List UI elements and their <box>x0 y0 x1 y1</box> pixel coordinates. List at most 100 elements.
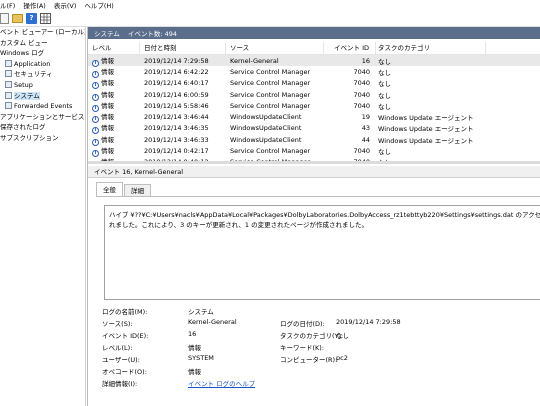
source-cell: Kernel-General <box>230 56 279 65</box>
date-cell: 2019/12/14 7:29:58 <box>144 56 209 65</box>
tree-item-label: サブスクリプション <box>0 133 59 142</box>
tree-item-label: 保存されたログ <box>0 123 46 132</box>
event-row[interactable]: i 情報 2019/12/14 7:29:58 Kernel-General 16 なし <box>88 55 540 67</box>
column-header-event-id[interactable]: イベント ID <box>324 42 376 55</box>
event-row[interactable]: i 情報 2019/12/14 3:46:33 WindowsUpdateClient… <box>88 134 540 146</box>
event-id-cell: 7040 <box>353 147 370 156</box>
level-cell: i情報 <box>88 55 140 67</box>
tree-item-setup[interactable]: Setup <box>0 80 85 91</box>
task-category-cell: Windows Update エージェント <box>378 136 474 145</box>
event-log-help-link[interactable]: イベント ログのヘルプ <box>188 378 255 388</box>
log-icon <box>5 102 12 110</box>
menu-file[interactable]: ル(F) <box>0 0 19 10</box>
event-count: イベント数: 494 <box>127 30 177 38</box>
task-category-cell: なし <box>378 68 391 77</box>
column-header-source[interactable]: ソース <box>226 42 324 55</box>
task-category-cell: Windows Update エージェント <box>378 125 474 134</box>
column-header-task-category[interactable]: タスクのカテゴリ <box>376 42 486 55</box>
column-header-level[interactable]: レベル <box>88 42 140 55</box>
level-value: 情報 <box>188 344 201 352</box>
tree-item-security[interactable]: セキュリティ <box>0 69 85 80</box>
tree-item-label: セキュリティ <box>14 70 53 79</box>
task-category-cell: なし <box>378 148 391 157</box>
more-info-label: 詳細情報(I): <box>102 380 138 388</box>
level-text: 情報 <box>101 56 114 65</box>
tree-item-windows-logs[interactable]: Windows ログ <box>0 48 85 59</box>
tree-item-application[interactable]: Application <box>0 59 85 70</box>
event-row[interactable]: i 情報 2019/12/14 3:46:44 WindowsUpdateClient… <box>88 111 540 124</box>
level-cell: i情報 <box>88 77 140 90</box>
log-name-label: ログの名前(M): <box>102 308 148 316</box>
event-row[interactable]: i 情報 2019/12/14 6:00:59 Service Control Man… <box>88 89 540 101</box>
source-cell: WindowsUpdateClient <box>230 124 302 133</box>
keywords-label: キーワード(K): <box>280 344 325 352</box>
event-id-cell: 7040 <box>353 101 370 110</box>
detail-tabs: 全般 詳細 <box>96 182 152 196</box>
task-category-cell: なし <box>378 102 391 111</box>
tree-item-event-viewer-root[interactable]: ベント ビューアー (ローカル) <box>0 27 85 38</box>
folder-icon[interactable] <box>12 13 23 23</box>
tree-item-system[interactable]: システム <box>0 91 85 102</box>
event-row[interactable]: i 情報 2019/12/14 3:46:35 WindowsUpdateClient… <box>88 123 540 135</box>
source-cell: Service Control Manager <box>230 101 311 110</box>
logged-label: ログの日付(D): <box>280 320 325 328</box>
description-line: ハイブ ¥??¥C:¥Users¥nacls¥AppData¥Local¥Pac… <box>109 211 540 219</box>
tree-item-saved-logs[interactable]: 保存されたログ <box>0 122 85 133</box>
log-icon <box>5 91 12 99</box>
date-cell: 2019/12/14 3:46:44 <box>144 113 209 122</box>
menu-view[interactable]: 表示(V) <box>50 0 81 10</box>
column-header-date[interactable]: 日付と時刻 <box>140 42 226 55</box>
prop-row: レベル(L): 情報 キーワード(K): <box>102 342 540 354</box>
source-cell: Service Control Manager <box>230 90 311 99</box>
menu-help[interactable]: ヘルプ(H) <box>80 0 117 10</box>
tree-item-apps-services-logs[interactable]: アプリケーションとサービス ログ <box>0 112 85 123</box>
tree-item-custom-views[interactable]: カスタム ビュー <box>0 38 85 49</box>
events-header: システム イベント数: 494 <box>88 27 540 39</box>
level-cell: i情報 <box>88 66 140 78</box>
tree-item-label: Setup <box>14 80 33 89</box>
event-description[interactable]: ハイブ ¥??¥C:¥Users¥nacls¥AppData¥Local¥Pac… <box>104 205 540 300</box>
help-icon[interactable]: ? <box>26 12 37 24</box>
level-text: 情報 <box>101 124 114 133</box>
event-id-cell: 7040 <box>353 90 370 99</box>
user-value: SYSTEM <box>188 354 214 362</box>
task-category-cell: なし <box>378 91 391 100</box>
prop-row: 詳細情報(I): イベント ログのヘルプ <box>102 378 540 390</box>
tab-general[interactable]: 全般 <box>96 182 123 196</box>
source-cell: WindowsUpdateClient <box>230 135 302 144</box>
horizontal-splitter[interactable] <box>88 161 540 164</box>
document-icon[interactable] <box>0 12 9 24</box>
tree-item-forwarded-events[interactable]: Forwarded Events <box>0 101 85 112</box>
level-text: 情報 <box>101 147 114 156</box>
date-cell: 2019/12/14 3:46:33 <box>144 135 209 144</box>
task-category-cell: なし <box>378 80 391 89</box>
event-id-value: 16 <box>188 330 197 338</box>
opcode-label: オペコード(O): <box>102 368 147 376</box>
tree-item-label: アプリケーションとサービス ログ <box>0 112 85 121</box>
event-row[interactable]: i 情報 2019/12/14 6:40:17 Service Control Man… <box>88 77 540 90</box>
computer-value: pc2 <box>336 354 348 362</box>
task-category-cell: Windows Update エージェント <box>378 114 474 123</box>
event-row[interactable]: i 情報 2019/12/14 6:42:22 Service Control Man… <box>88 66 540 78</box>
tab-details[interactable]: 詳細 <box>124 184 151 196</box>
event-row[interactable]: i 情報 2019/12/14 0:42:17 Service Control Man… <box>88 145 540 158</box>
date-cell: 2019/12/14 0:42:17 <box>144 147 209 156</box>
tree-item-subscriptions[interactable]: サブスクリプション <box>0 133 85 144</box>
level-cell: i情報 <box>88 100 140 112</box>
event-id-cell: 19 <box>361 113 370 122</box>
prop-row: オペコード(O): 情報 <box>102 366 540 378</box>
user-label: ユーザー(U): <box>102 356 140 364</box>
level-text: 情報 <box>101 79 114 88</box>
date-cell: 2019/12/14 3:46:35 <box>144 124 209 133</box>
source-cell: WindowsUpdateClient <box>230 113 302 122</box>
level-text: 情報 <box>101 135 114 144</box>
event-properties: ログの名前(M): システム ソース(S): Kernel-General ログ… <box>102 306 540 390</box>
prop-row: イベント ID(E): 16 タスクのカテゴリ(Y): なし <box>102 330 540 342</box>
source-value: Kernel-General <box>188 318 237 326</box>
level-label: レベル(L): <box>102 344 133 352</box>
menu-action[interactable]: 操作(A) <box>19 0 50 10</box>
grid-icon[interactable] <box>40 12 51 24</box>
source-cell: Service Control Manager <box>230 67 311 76</box>
event-row[interactable]: i 情報 2019/12/14 5:58:46 Service Control Man… <box>88 100 540 112</box>
tree-item-label: ベント ビューアー (ローカル) <box>0 28 86 36</box>
